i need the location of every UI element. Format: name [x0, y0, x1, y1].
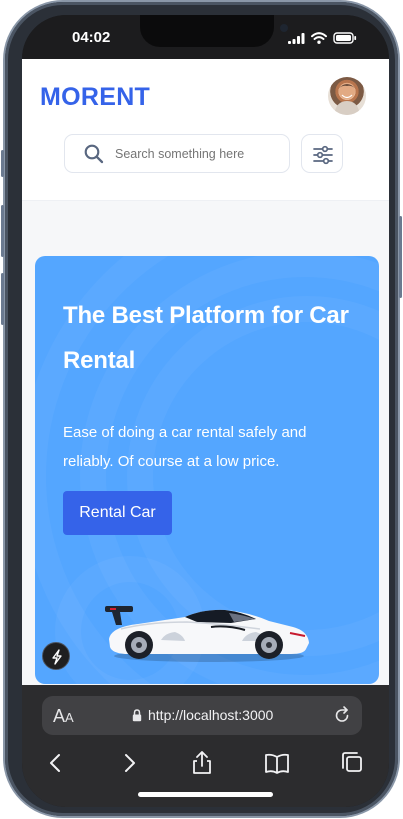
status-time: 04:02 — [72, 29, 111, 46]
flash-button[interactable] — [42, 642, 70, 670]
battery-icon — [333, 32, 357, 44]
share-button[interactable] — [187, 748, 221, 782]
rental-car-button[interactable]: Rental Car — [63, 491, 172, 535]
car-image — [105, 606, 309, 662]
browser-navigation — [22, 748, 389, 784]
reload-icon[interactable] — [332, 705, 352, 730]
app-viewport: MORENT Search something here The Best Pl… — [22, 59, 389, 685]
phone-frame: 04:02 MORENT Search something here The B… — [1, 2, 402, 816]
camera-icon — [280, 24, 288, 32]
lock-icon — [132, 708, 142, 721]
phone-side-button — [1, 273, 4, 325]
notch — [140, 15, 288, 47]
url-text[interactable]: http://localhost:3000 — [148, 707, 273, 723]
phone-side-button — [399, 216, 402, 298]
filter-icon — [313, 145, 333, 165]
bookmarks-button[interactable] — [262, 748, 296, 782]
phone-side-button — [1, 150, 4, 177]
forward-button[interactable] — [114, 748, 148, 782]
flash-icon — [52, 649, 62, 665]
browser-toolbar: AA http://localhost:3000 — [22, 685, 389, 807]
back-icon — [50, 754, 60, 772]
signal-icon — [288, 32, 305, 44]
tabs-button[interactable] — [337, 748, 371, 782]
url-field[interactable]: http://localhost:3000 — [132, 707, 273, 723]
status-bar: 04:02 — [22, 15, 389, 59]
text-size-button[interactable]: AA — [53, 706, 74, 727]
search-input[interactable] — [115, 147, 281, 161]
forward-icon — [125, 754, 135, 772]
tabs-icon — [342, 752, 362, 772]
search-bar[interactable] — [64, 134, 290, 173]
filter-button[interactable] — [301, 134, 343, 173]
address-bar[interactable]: AA http://localhost:3000 — [42, 696, 362, 735]
home-indicator — [138, 792, 273, 797]
app-header: MORENT — [22, 59, 389, 201]
hero-description: Ease of doing a car rental safely and re… — [63, 424, 307, 470]
profile-photo — [334, 83, 360, 115]
morent-logo[interactable]: MORENT — [40, 83, 150, 112]
bookmarks-icon — [265, 753, 289, 774]
share-icon — [193, 751, 211, 774]
back-button[interactable] — [41, 748, 75, 782]
text-size-small-glyph: A — [65, 710, 74, 725]
phone-screen: 04:02 MORENT Search something here The B… — [22, 15, 389, 807]
hero-banner: The Best Platform for Car Rental Ease of… — [35, 256, 379, 684]
search-icon[interactable] — [83, 143, 105, 170]
phone-side-button — [1, 205, 4, 257]
hero-title: The Best Platform for Car Rental — [63, 302, 349, 374]
status-icons — [288, 32, 357, 44]
avatar[interactable] — [328, 77, 366, 115]
wifi-icon — [311, 32, 327, 44]
text-size-large-glyph: A — [53, 706, 66, 726]
